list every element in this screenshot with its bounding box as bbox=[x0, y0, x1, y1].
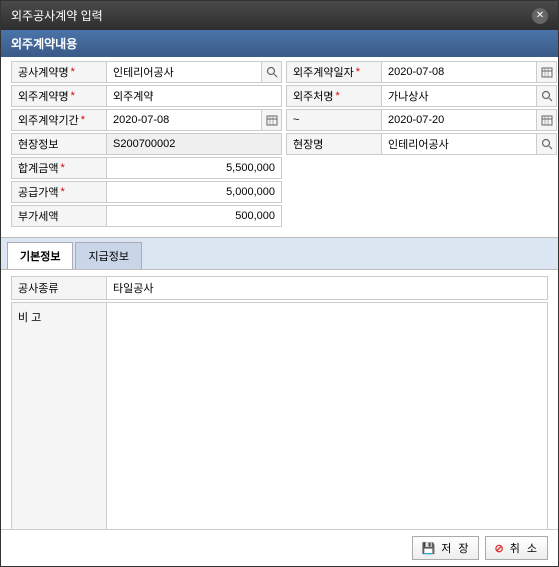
calendar-icon[interactable] bbox=[536, 110, 556, 130]
label-construction-contract: 공사계약명* bbox=[11, 61, 107, 83]
vat-amount-input[interactable] bbox=[107, 206, 281, 226]
label-vat-amount: 부가세액 bbox=[11, 205, 107, 227]
save-button-label: 저 장 bbox=[441, 540, 470, 556]
subcontractor-input[interactable] bbox=[382, 86, 536, 106]
memo-textarea[interactable] bbox=[107, 303, 547, 541]
cancel-icon: ⊘ bbox=[494, 542, 505, 555]
cancel-button[interactable]: ⊘ 취 소 bbox=[485, 536, 548, 560]
tab-payment[interactable]: 지급정보 bbox=[75, 242, 141, 269]
period-to-input[interactable] bbox=[382, 110, 536, 130]
close-icon[interactable]: ✕ bbox=[532, 8, 548, 24]
label-supply-amount: 공급가액* bbox=[11, 181, 107, 203]
titlebar: 외주공사계약 입력 ✕ bbox=[1, 1, 558, 30]
window-title: 외주공사계약 입력 bbox=[11, 7, 103, 24]
period-from-input[interactable] bbox=[107, 110, 261, 130]
work-type-input[interactable] bbox=[107, 277, 547, 299]
label-total-amount: 합계금액* bbox=[11, 157, 107, 179]
save-button[interactable]: 💾 저 장 bbox=[412, 536, 479, 560]
total-amount-input[interactable] bbox=[107, 158, 281, 178]
tabs: 기본정보 지급정보 bbox=[1, 237, 558, 270]
detail-area: 공사종류 비 고 bbox=[1, 270, 558, 548]
calendar-icon[interactable] bbox=[536, 62, 556, 82]
label-site-info: 현장정보 bbox=[11, 133, 107, 155]
label-work-type: 공사종류 bbox=[11, 276, 107, 300]
dialog-window: 외주공사계약 입력 ✕ 외주계약내용 공사계약명* 외주계약명* 외주계약기간* bbox=[0, 0, 559, 567]
site-name-input[interactable] bbox=[382, 134, 536, 154]
label-subcontract-name: 외주계약명* bbox=[11, 85, 107, 107]
label-period: 외주계약기간* bbox=[11, 109, 107, 131]
site-info-input bbox=[107, 134, 281, 154]
label-subcontract-date: 외주계약일자* bbox=[286, 61, 382, 83]
footer: 💾 저 장 ⊘ 취 소 bbox=[1, 529, 558, 566]
label-period-to: ~ bbox=[286, 109, 382, 131]
label-site-name: 현장명 bbox=[286, 133, 382, 155]
search-icon[interactable] bbox=[261, 62, 281, 82]
label-memo: 비 고 bbox=[11, 302, 107, 542]
search-icon[interactable] bbox=[536, 86, 556, 106]
subcontract-name-input[interactable] bbox=[107, 86, 281, 106]
save-icon: 💾 bbox=[421, 542, 437, 555]
construction-contract-input[interactable] bbox=[107, 62, 261, 82]
tab-basic[interactable]: 기본정보 bbox=[7, 242, 73, 269]
label-subcontractor: 외주처명* bbox=[286, 85, 382, 107]
subcontract-date-input[interactable] bbox=[382, 62, 536, 82]
section-header: 외주계약내용 bbox=[1, 30, 558, 57]
cancel-button-label: 취 소 bbox=[510, 540, 539, 556]
search-icon[interactable] bbox=[536, 134, 556, 154]
supply-amount-input[interactable] bbox=[107, 182, 281, 202]
form-area: 공사계약명* 외주계약명* 외주계약기간* bbox=[1, 57, 558, 237]
calendar-icon[interactable] bbox=[261, 110, 281, 130]
